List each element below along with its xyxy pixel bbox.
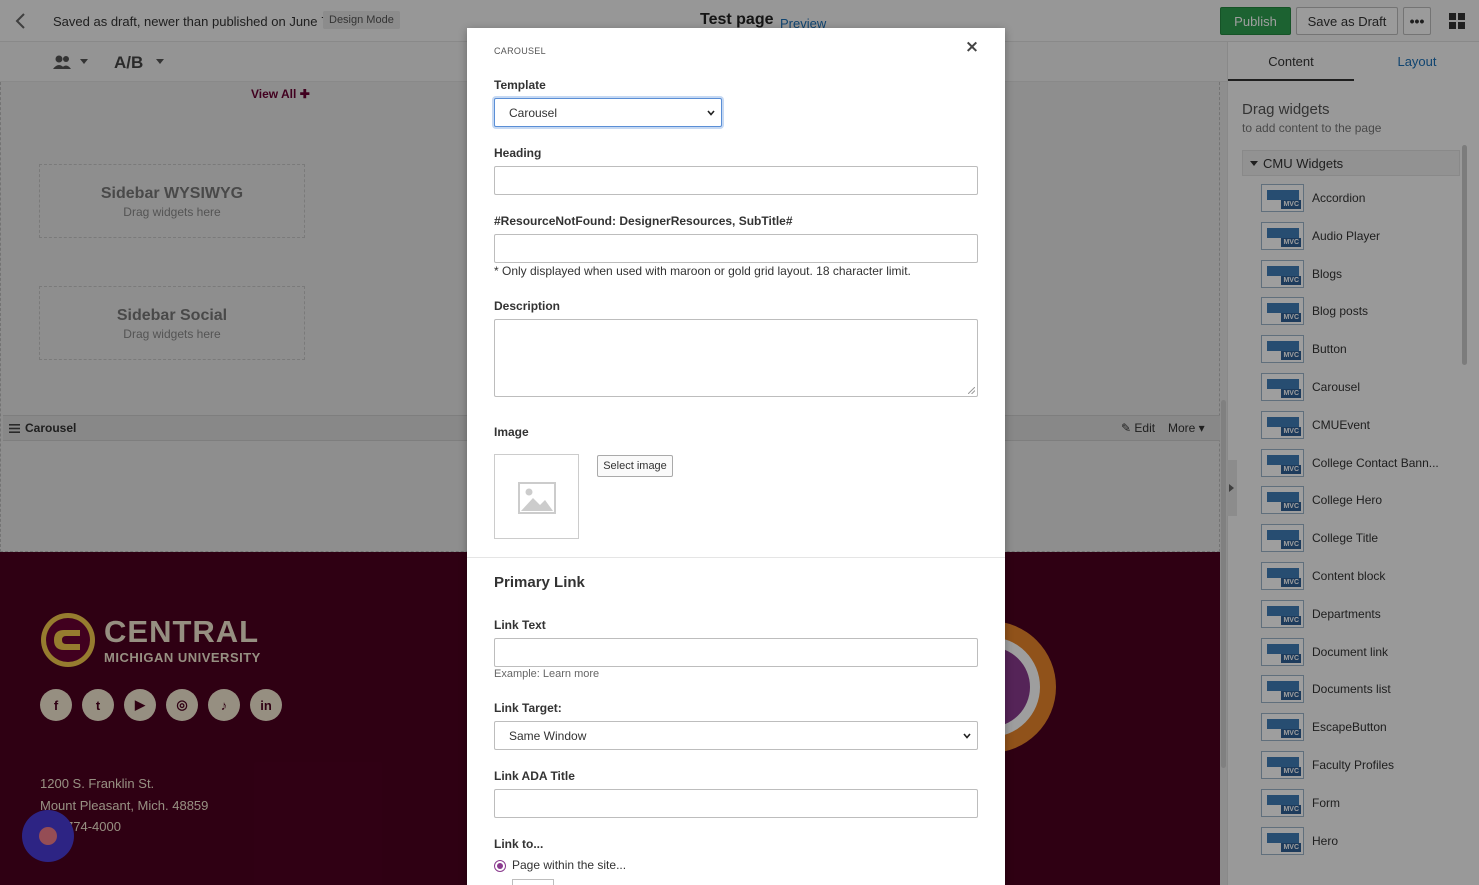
link-text-label: Link Text [494, 618, 546, 632]
dialog-title: CAROUSEL [494, 46, 546, 56]
subtitle-help-text: * Only displayed when used with maroon o… [494, 264, 911, 278]
heading-label: Heading [494, 146, 542, 160]
link-target-label: Link Target: [494, 701, 562, 715]
template-select-value: Carousel [509, 106, 558, 120]
link-target-select[interactable]: Same Window [494, 721, 978, 750]
subtitle-input[interactable] [494, 234, 978, 263]
resize-grip-icon[interactable] [968, 387, 975, 394]
link-ada-label: Link ADA Title [494, 769, 575, 783]
link-to-label: Link to... [494, 837, 544, 851]
section-divider [467, 557, 1005, 558]
description-textarea[interactable] [494, 319, 978, 397]
link-text-input[interactable] [494, 638, 978, 667]
image-placeholder-icon [518, 482, 556, 514]
subtitle-label: #ResourceNotFound: DesignerResources, Su… [494, 214, 793, 228]
radio-selected-dot [497, 863, 503, 869]
link-target-value: Same Window [509, 729, 587, 743]
page-selector-input[interactable] [512, 879, 554, 885]
chevron-down-icon [707, 110, 715, 116]
link-text-example: Example: Learn more [494, 668, 600, 680]
primary-link-heading: Primary Link [494, 574, 585, 591]
chevron-down-icon [963, 733, 971, 739]
close-button[interactable]: × [964, 38, 980, 56]
template-select[interactable]: Carousel [494, 98, 722, 127]
description-label: Description [494, 299, 561, 313]
image-thumbnail[interactable] [494, 454, 579, 539]
heading-input[interactable] [494, 166, 978, 195]
link-ada-input[interactable] [494, 789, 978, 818]
template-label: Template [494, 78, 546, 92]
image-label: Image [494, 425, 529, 439]
select-image-button[interactable]: Select image [597, 455, 673, 477]
carousel-settings-dialog: CAROUSEL × Template Carousel Heading #Re… [467, 28, 1005, 885]
page-within-site-radio[interactable] [494, 860, 506, 872]
page-within-site-label: Page within the site... [512, 858, 627, 872]
